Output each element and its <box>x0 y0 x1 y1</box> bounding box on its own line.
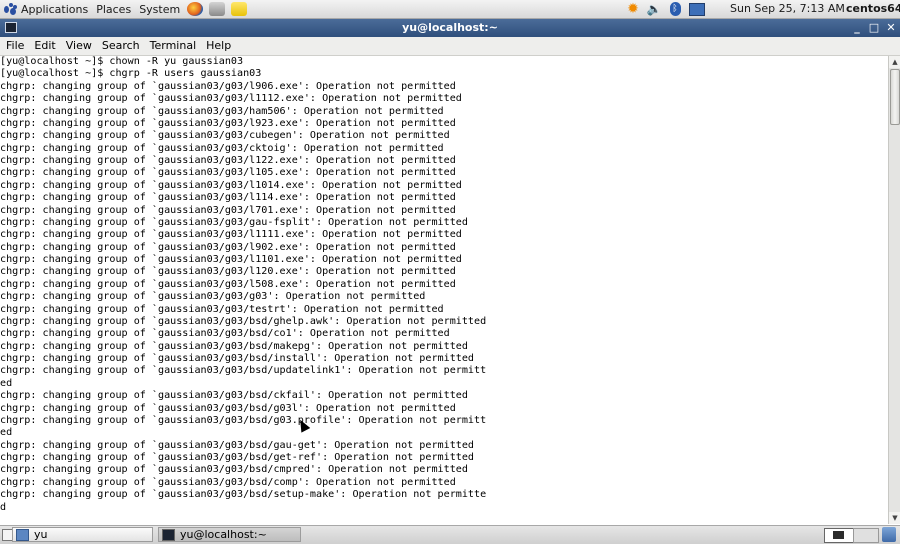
menu-edit[interactable]: Edit <box>29 37 60 55</box>
terminal-line: ed <box>0 427 13 439</box>
terminal-line: ed <box>0 377 13 389</box>
terminal-line: chgrp: changing group of `gaussian03/g03… <box>0 464 468 476</box>
terminal-line: chgrp: changing group of `gaussian03/g03… <box>0 315 487 327</box>
terminal-line: chgrp: changing group of `gaussian03/g03… <box>0 241 456 253</box>
window-title: yu@localhost:~ <box>402 21 498 34</box>
terminal-line: chgrp: changing group of `gaussian03/g03… <box>0 353 475 364</box>
terminal-line: chgrp: changing group of `gaussian03/g03… <box>0 291 426 303</box>
terminal-line: chgrp: changing group of `gaussian03/g03… <box>0 117 456 129</box>
terminal-line: chgrp: changing group of `gaussian03/g03… <box>0 340 468 352</box>
terminal-line: [yu@localhost ~]$ chown -R yu gaussian03 <box>0 56 244 67</box>
workspace-switcher-1[interactable] <box>824 528 854 543</box>
scroll-thumb[interactable] <box>890 69 900 125</box>
terminal-line: chgrp: changing group of `gaussian03/g03… <box>0 328 450 340</box>
terminal-line: chgrp: changing group of `gaussian03/g03… <box>0 439 475 451</box>
terminal-line: chgrp: changing group of `gaussian03/g03… <box>0 216 468 228</box>
terminal-line: chgrp: changing group of `gaussian03/g03… <box>0 167 456 179</box>
terminal-line: chgrp: changing group of `gaussian03/g03… <box>0 266 456 278</box>
firefox-icon[interactable] <box>187 2 204 16</box>
menu-file[interactable]: File <box>1 37 29 55</box>
terminal-line: chgrp: changing group of `gaussian03/g03… <box>0 179 462 191</box>
terminal-line: chgrp: changing group of `gaussian03/g03… <box>0 390 468 402</box>
network-icon[interactable] <box>688 0 706 18</box>
terminal-line: chgrp: changing group of `gaussian03/g03… <box>0 204 456 216</box>
terminal-line: d <box>0 501 7 513</box>
terminal-line: [yu@localhost ~]$ chgrp -R users gaussia… <box>0 68 262 80</box>
taskbar-item-terminal[interactable]: yu@localhost:~ <box>158 527 301 542</box>
terminal-line: chgrp: changing group of `gaussian03/g03… <box>0 229 462 241</box>
bottom-panel: yu yu@localhost:~ <box>0 525 900 544</box>
trash-icon[interactable] <box>882 527 896 542</box>
scroll-down-arrow-icon[interactable]: ▼ <box>889 512 900 524</box>
taskbar-item-label: yu@localhost:~ <box>180 528 267 541</box>
hostname-label[interactable]: centos64 <box>846 0 900 18</box>
terminal-line: chgrp: changing group of `gaussian03/g03… <box>0 414 487 426</box>
taskbar-item-yu[interactable]: yu <box>12 527 153 542</box>
vertical-scrollbar[interactable]: ▲ ▼ <box>888 56 900 524</box>
terminal-line: chgrp: changing group of `gaussian03/g03… <box>0 402 456 414</box>
workspace-switcher-2[interactable] <box>853 528 879 543</box>
terminal-lines: [yu@localhost ~]$ chown -R yu gaussian03… <box>0 56 887 514</box>
terminal-line: chgrp: changing group of `gaussian03/g03… <box>0 142 444 154</box>
clock[interactable]: Sun Sep 25, 7:13 AM <box>730 0 845 18</box>
maximize-button[interactable]: □ <box>867 20 881 35</box>
system-menu[interactable]: System <box>139 3 180 16</box>
terminal-line: chgrp: changing group of `gaussian03/g03… <box>0 278 456 290</box>
terminal-line: chgrp: changing group of `gaussian03/g03… <box>0 155 456 166</box>
terminal-line: chgrp: changing group of `gaussian03/g03… <box>0 365 487 377</box>
close-button[interactable]: ✕ <box>884 20 898 35</box>
terminal-icon <box>162 528 175 541</box>
mail-icon[interactable] <box>209 2 226 16</box>
bluetooth-icon[interactable]: ᛒ <box>668 0 682 18</box>
menu-view[interactable]: View <box>61 37 97 55</box>
top-panel: Applications Places System ✹ 🔈 ᛒ Sun Sep… <box>0 0 900 19</box>
terminal-line: chgrp: changing group of `gaussian03/g03… <box>0 489 487 501</box>
applications-menu[interactable]: Applications <box>4 3 88 16</box>
terminal-line: chgrp: changing group of `gaussian03/g03… <box>0 80 456 92</box>
menu-search[interactable]: Search <box>97 37 145 55</box>
taskbar-item-label: yu <box>34 528 48 541</box>
terminal-output[interactable]: [yu@localhost ~]$ chown -R yu gaussian03… <box>0 56 887 524</box>
menu-help[interactable]: Help <box>201 37 236 55</box>
places-menu[interactable]: Places <box>96 3 131 16</box>
minimize-button[interactable]: _ <box>850 20 864 35</box>
gnome-foot-icon <box>4 3 18 15</box>
terminal-line: chgrp: changing group of `gaussian03/g03… <box>0 303 444 315</box>
folder-icon <box>16 528 29 541</box>
menu-terminal[interactable]: Terminal <box>145 37 202 55</box>
terminal-line: chgrp: changing group of `gaussian03/g03… <box>0 130 450 142</box>
terminal-line: chgrp: changing group of `gaussian03/g03… <box>0 452 475 463</box>
applications-menu-label: Applications <box>21 2 89 16</box>
update-sun-icon[interactable]: ✹ <box>625 0 641 18</box>
terminal-line: chgrp: changing group of `gaussian03/g03… <box>0 93 462 105</box>
window-title-bar[interactable]: yu@localhost:~ _ □ ✕ <box>0 19 900 37</box>
menu-bar: File Edit View Search Terminal Help <box>0 37 900 56</box>
terminal-line: chgrp: changing group of `gaussian03/g03… <box>0 192 456 204</box>
terminal-line: chgrp: changing group of `gaussian03/g03… <box>0 105 444 117</box>
volume-icon[interactable]: 🔈 <box>646 0 662 18</box>
terminal-line: chgrp: changing group of `gaussian03/g03… <box>0 476 456 488</box>
notes-icon[interactable] <box>231 2 248 16</box>
scroll-up-arrow-icon[interactable]: ▲ <box>889 56 900 68</box>
terminal-line: chgrp: changing group of `gaussian03/g03… <box>0 254 462 265</box>
